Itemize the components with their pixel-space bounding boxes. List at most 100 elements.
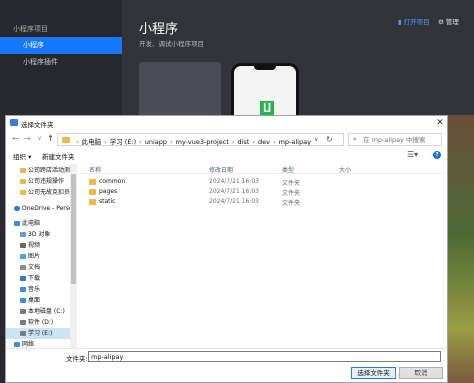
- new-project-card[interactable]: [139, 62, 221, 120]
- column-header-size[interactable]: 大小: [339, 165, 351, 174]
- recent-locations-chevron-icon[interactable]: ∨: [35, 134, 44, 144]
- dialog-app-icon: [10, 119, 18, 126]
- nav-item-label: 此电脑: [22, 220, 41, 227]
- drive-icon: [20, 331, 26, 336]
- nav-item-label: 本地磁盘 (C:): [28, 308, 65, 315]
- nav-item-videos[interactable]: 视频: [6, 240, 70, 251]
- breadcrumb-mp-alipay[interactable]: mp-alipay: [279, 138, 311, 146]
- folder-icon: [20, 179, 26, 184]
- list-item[interactable]: common 2024/7/21 16:03 文件夹: [79, 177, 319, 187]
- picture-icon: [20, 254, 26, 259]
- nav-item-desktop[interactable]: 桌面: [6, 295, 70, 306]
- file-date: 2024/7/21 16:03: [209, 188, 259, 195]
- nav-item-network[interactable]: 网络: [6, 339, 70, 348]
- organize-menu-button[interactable]: 组织 ▾: [13, 151, 31, 161]
- breadcrumb-dev[interactable]: dev: [258, 138, 270, 146]
- manage-label: 管理: [445, 18, 459, 26]
- view-options-icon[interactable]: ☰▾: [407, 150, 418, 159]
- refresh-icon[interactable]: ↻: [326, 135, 333, 144]
- nav-item-quick-3[interactable]: 公司无故克扣员...: [6, 187, 70, 198]
- breadcrumb-uniapp[interactable]: uniapp: [145, 138, 167, 146]
- nav-item-documents[interactable]: 文档: [6, 262, 70, 273]
- open-project-button[interactable]: ▮ 打开项目: [398, 16, 430, 26]
- nav-item-label: 下载: [28, 275, 41, 282]
- file-type: 文件夹: [282, 190, 301, 197]
- dialog-titlebar[interactable]: 选择文件夹 ✕: [6, 116, 447, 130]
- breadcrumb-this-pc[interactable]: 此电脑: [82, 138, 102, 146]
- new-folder-button[interactable]: 新建文件夹: [42, 151, 75, 161]
- nav-item-music[interactable]: 音乐: [6, 284, 70, 295]
- download-icon: [20, 276, 26, 281]
- page-subtitle: 开发、调试小程序项目: [139, 40, 204, 48]
- nav-item-label: 公司无故克扣员...: [28, 189, 70, 196]
- project-preview-card[interactable]: ∐: [231, 63, 299, 123]
- nav-item-quick-2[interactable]: 公司违规操作: [6, 176, 70, 187]
- folder-name-field[interactable]: [88, 351, 441, 362]
- nav-item-3d-objects[interactable]: 3D 对象: [6, 229, 70, 240]
- computer-icon: [14, 221, 20, 226]
- file-name: static: [99, 198, 116, 205]
- nav-item-label: 网络: [22, 341, 35, 348]
- address-row: ← → ∨ ↑ › 此电脑 › 学习 (E:) › uniapp › my-vue3-proj…: [6, 131, 447, 147]
- folder-icon: [62, 137, 70, 143]
- manage-button[interactable]: ⚙ 管理: [438, 16, 459, 26]
- breadcrumb-drive-e[interactable]: 学习 (E:): [110, 138, 136, 146]
- folder-icon: [20, 190, 26, 195]
- nav-item-this-pc[interactable]: 此电脑: [6, 218, 70, 229]
- chevron-down-icon[interactable]: ∨: [314, 136, 318, 143]
- file-list: 名称 修改日期 类型 大小 common 2024/7/21 16:03 文件夹…: [79, 162, 447, 348]
- sidebar-item-mini-program-plugin[interactable]: 小程序插件: [0, 54, 122, 71]
- nav-item-onedrive[interactable]: OneDrive - Persc: [6, 203, 70, 214]
- nav-item-downloads[interactable]: 下载: [6, 273, 70, 284]
- nav-item-label: 3D 对象: [28, 231, 51, 238]
- column-header-name[interactable]: 名称: [89, 165, 101, 174]
- nav-item-label: 公司跨店活动测...: [28, 167, 70, 174]
- nav-item-label: 公司违规操作: [28, 178, 65, 185]
- search-input[interactable]: [363, 136, 441, 144]
- file-name: common: [99, 178, 126, 185]
- nav-item-label: 图片: [28, 253, 41, 260]
- nav-item-drive-d[interactable]: 软件 (D:): [6, 317, 70, 328]
- file-type: 文件夹: [282, 200, 301, 207]
- dialog-title: 选择文件夹: [21, 121, 54, 129]
- back-arrow-icon[interactable]: ←: [11, 134, 20, 144]
- nav-item-label: 音乐: [28, 286, 41, 293]
- nav-item-label: 视频: [28, 242, 41, 249]
- drive-icon: [20, 309, 26, 314]
- network-icon: [14, 342, 20, 347]
- navigation-scrollbar[interactable]: [70, 164, 77, 348]
- dialog-footer: 文件夹: 选择文件夹 取消: [6, 348, 447, 382]
- search-box[interactable]: ⌕: [348, 133, 442, 146]
- document-icon: [20, 265, 26, 270]
- address-bar[interactable]: › 此电脑 › 学习 (E:) › uniapp › my-vue3-project › dist…: [57, 133, 344, 146]
- phone-notch: [254, 66, 276, 70]
- file-type: 文件夹: [282, 180, 301, 187]
- nav-item-quick-1[interactable]: 公司跨店活动测...: [6, 165, 70, 176]
- nav-item-label: OneDrive - Persc: [22, 205, 70, 212]
- sidebar-item-mini-program[interactable]: 小程序: [0, 37, 122, 54]
- breadcrumb-project[interactable]: my-vue3-project: [176, 138, 229, 146]
- sidebar-section-mini-program-projects: 小程序项目: [13, 25, 48, 33]
- drive-icon: [20, 320, 26, 325]
- file-date: 2024/7/21 16:03: [209, 178, 259, 185]
- scrollbar-thumb[interactable]: [71, 174, 76, 284]
- nav-item-drive-e[interactable]: 学习 (E:): [6, 328, 70, 339]
- list-item[interactable]: pages 2024/7/21 16:03 文件夹: [79, 187, 319, 197]
- nav-item-pictures[interactable]: 图片: [6, 251, 70, 262]
- nav-item-drive-c[interactable]: 本地磁盘 (C:): [6, 306, 70, 317]
- cube-icon: [20, 232, 26, 237]
- project-logo-icon: ∐: [260, 101, 274, 115]
- list-item[interactable]: static 2024/7/21 16:03 文件夹: [79, 197, 319, 207]
- search-icon: ⌕: [353, 135, 357, 143]
- page-title: 小程序: [139, 22, 179, 37]
- close-icon[interactable]: ✕: [434, 117, 446, 129]
- forward-arrow-icon[interactable]: →: [23, 134, 32, 144]
- folder-icon: [89, 189, 96, 195]
- up-arrow-icon[interactable]: ↑: [46, 134, 55, 144]
- desktop-icon: [20, 298, 26, 303]
- breadcrumb-dist[interactable]: dist: [238, 138, 250, 146]
- column-header-type[interactable]: 类型: [282, 165, 294, 174]
- folder-icon: [89, 199, 96, 205]
- help-icon[interactable]: ?: [433, 151, 441, 159]
- column-header-date[interactable]: 修改日期: [209, 165, 233, 174]
